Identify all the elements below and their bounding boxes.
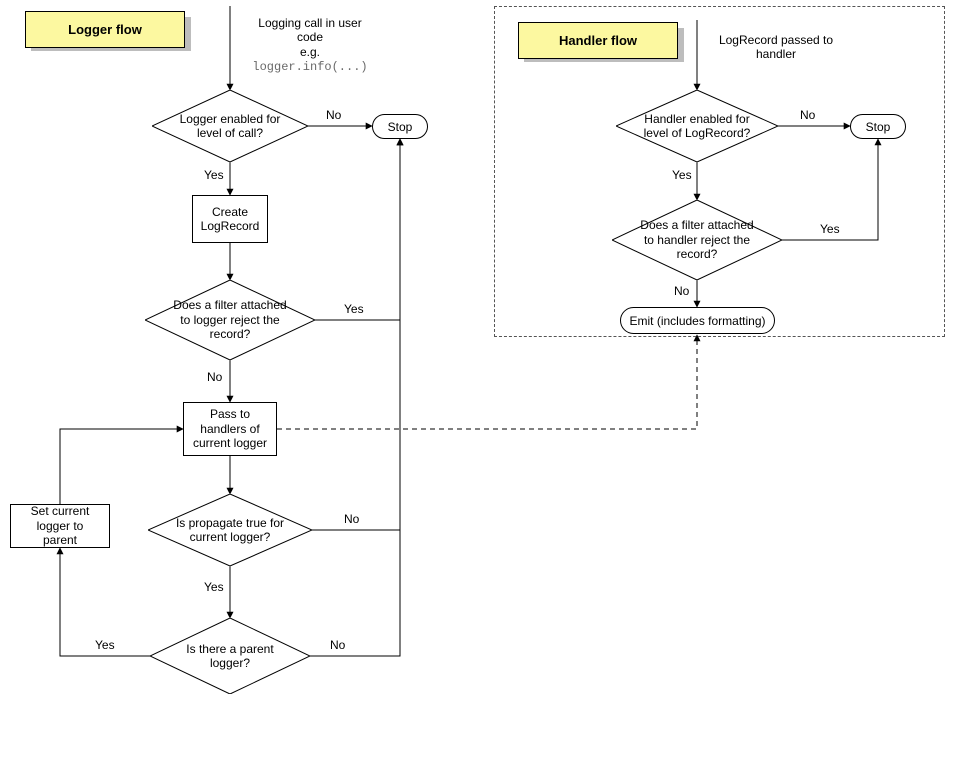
decision-parent-logger-l2: logger? — [210, 656, 250, 670]
handler-entry-text: LogRecord passed to handler — [711, 33, 841, 62]
decision-propagate-l2: current logger? — [190, 530, 271, 544]
pass-to-handlers-box: Pass to handlers of current logger — [183, 402, 277, 456]
logger-entry-line1: Logging call in user — [258, 16, 361, 30]
set-parent-l2: logger to parent — [37, 519, 84, 547]
decision-handler-enabled-l2: level of LogRecord? — [644, 126, 751, 140]
handler-stop-label: Stop — [866, 120, 891, 134]
logger-flow-title: Logger flow — [25, 11, 185, 45]
logger-entry-line3: e.g. — [300, 45, 320, 59]
logger-entry-line2: code — [297, 30, 323, 44]
create-logrecord-box: Create LogRecord — [192, 195, 268, 243]
pass-to-handlers-l1: Pass to — [210, 407, 250, 421]
emit-terminal: Emit (includes formatting) — [620, 307, 775, 334]
create-logrecord-l1: Create — [212, 205, 248, 219]
label-no-1: No — [326, 108, 341, 122]
logger-entry-code: logger.info(...) — [252, 60, 367, 74]
emit-label: Emit (includes formatting) — [629, 314, 765, 328]
decision-parent-logger: Is there a parent logger? — [150, 618, 151, 619]
decision-logger-filter-l3: record? — [210, 327, 251, 341]
stop-label: Stop — [388, 120, 413, 134]
decision-logger-filter: Does a filter attached to logger reject … — [145, 280, 146, 281]
label-no-3: No — [344, 512, 359, 526]
handler-stop-terminal: Stop — [850, 114, 906, 139]
handler-label-no-2: No — [674, 284, 689, 298]
handler-label-no-1: No — [800, 108, 815, 122]
decision-propagate-l1: Is propagate true for — [176, 516, 284, 530]
decision-propagate: Is propagate true for current logger? — [148, 494, 149, 495]
label-yes-2: Yes — [344, 302, 364, 316]
decision-handler-enabled-l1: Handler enabled for — [644, 112, 749, 126]
decision-handler-enabled: Handler enabled for level of LogRecord? — [616, 90, 617, 91]
handler-label-yes-2: Yes — [820, 222, 840, 236]
decision-handler-filter-l1: Does a filter attached — [640, 218, 753, 232]
label-yes-3: Yes — [204, 580, 224, 594]
decision-parent-logger-l1: Is there a parent — [186, 642, 273, 656]
decision-logger-enabled-l2: level of call? — [197, 126, 263, 140]
decision-handler-filter-l2: to handler reject the — [644, 233, 750, 247]
create-logrecord-l2: LogRecord — [201, 219, 260, 233]
handler-entry-l1: LogRecord passed to — [719, 33, 833, 47]
label-no-4: No — [330, 638, 345, 652]
decision-logger-filter-l1: Does a filter attached — [173, 298, 286, 312]
handler-label-yes-1: Yes — [672, 168, 692, 182]
handler-entry-l2: handler — [756, 47, 796, 61]
decision-logger-filter-l2: to logger reject the — [180, 313, 279, 327]
flowchart-canvas: Logger flow Handler flow Logging call in… — [0, 0, 955, 758]
label-yes-1: Yes — [204, 168, 224, 182]
set-parent-box: Set current logger to parent — [10, 504, 110, 548]
decision-handler-filter: Does a filter attached to handler reject… — [612, 200, 613, 201]
logger-entry-text: Logging call in user code e.g. logger.in… — [245, 16, 375, 75]
stop-terminal: Stop — [372, 114, 428, 139]
decision-logger-enabled-l1: Logger enabled for — [180, 112, 281, 126]
pass-to-handlers-l3: current logger — [193, 436, 267, 450]
logger-flow-title-label: Logger flow — [25, 11, 185, 48]
label-yes-4: Yes — [95, 638, 115, 652]
pass-to-handlers-l2: handlers of — [200, 422, 259, 436]
label-no-2: No — [207, 370, 222, 384]
decision-handler-filter-l3: record? — [677, 247, 718, 261]
set-parent-l1: Set current — [31, 504, 90, 518]
decision-logger-enabled: Logger enabled for level of call? — [152, 90, 153, 91]
